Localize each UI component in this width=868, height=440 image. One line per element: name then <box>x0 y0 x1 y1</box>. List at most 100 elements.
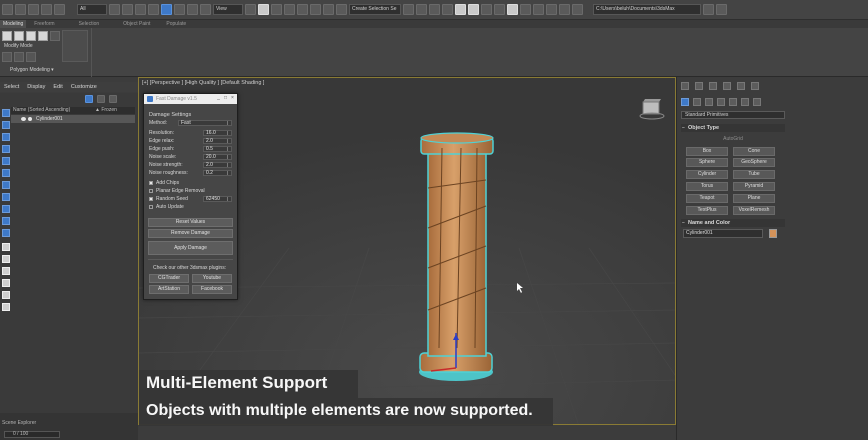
visibility-eye-icon[interactable] <box>21 117 26 121</box>
facebook-button[interactable]: Facebook <box>192 285 232 294</box>
add-chips-checkbox[interactable]: Add Chips <box>149 180 179 186</box>
folder-icon[interactable] <box>572 4 583 15</box>
object-color-swatch[interactable] <box>769 229 777 238</box>
minimize-icon[interactable]: _ <box>216 96 221 101</box>
toggle-ribbon-icon[interactable] <box>442 4 453 15</box>
object-type-rollout[interactable]: Object Type <box>681 124 785 132</box>
noise-roughness-spinner[interactable]: 0.2 <box>203 170 232 176</box>
helpers-icon[interactable] <box>729 98 737 106</box>
spinner-arrows-icon[interactable] <box>227 197 231 201</box>
artstation-button[interactable]: ArtStation <box>149 285 189 294</box>
project-dropdown-icon[interactable] <box>703 4 714 15</box>
spinner-snap-icon[interactable] <box>323 4 334 15</box>
lights-icon[interactable] <box>705 98 713 106</box>
noise-scale-spinner[interactable]: 20.0 <box>203 154 232 160</box>
geometry-icon[interactable] <box>681 98 689 106</box>
remove-damage-button[interactable]: Remove Damage <box>148 229 233 238</box>
spinner-arrows-icon[interactable] <box>227 171 231 175</box>
tab-object-paint[interactable]: Object Paint <box>107 20 158 28</box>
planar-edge-removal-checkbox[interactable]: Planar Edge Removal <box>149 188 205 194</box>
named-selection-dropdown[interactable]: Create Selection Se <box>349 4 401 15</box>
display-groups-icon[interactable] <box>2 193 10 201</box>
auto-update-checkbox[interactable]: Auto Update <box>149 204 184 210</box>
keyboard-shortcut-icon[interactable] <box>271 4 282 15</box>
create-tab-icon[interactable] <box>681 82 689 90</box>
utilities-tab-icon[interactable] <box>751 82 759 90</box>
edge-relax-spinner[interactable]: 2.0 <box>203 138 232 144</box>
method-dropdown[interactable]: Fast <box>178 120 232 126</box>
mirror-icon[interactable] <box>403 4 414 15</box>
select-scale-icon[interactable] <box>187 4 198 15</box>
seed-spinner[interactable]: 62450 <box>203 196 232 202</box>
spinner-arrows-icon[interactable] <box>227 163 231 167</box>
random-seed-checkbox[interactable]: Random Seed <box>149 196 188 202</box>
teapot-button[interactable]: Teapot <box>686 194 728 203</box>
tab-modeling[interactable]: Modeling <box>0 20 27 28</box>
tab-populate[interactable]: Populate <box>158 20 194 28</box>
sphere-button[interactable]: Sphere <box>686 158 728 167</box>
curve-editor-icon[interactable] <box>455 4 466 15</box>
display-frozen-icon[interactable] <box>2 243 10 251</box>
bind-icon[interactable] <box>54 4 65 15</box>
display-shapes-icon[interactable] <box>2 133 10 141</box>
scene-explorer-tab[interactable]: Scene Explorer <box>2 420 36 426</box>
percent-snap-icon[interactable] <box>310 4 321 15</box>
display-helpers-icon[interactable] <box>2 169 10 177</box>
display-hidden-icon[interactable] <box>2 255 10 263</box>
voxelremesh-button[interactable]: VoxelRemesh <box>733 206 775 215</box>
manipulate-icon[interactable] <box>258 4 269 15</box>
menu-select[interactable]: Select <box>0 82 23 92</box>
toggle-layer-explorer-icon[interactable] <box>429 4 440 15</box>
align-icon[interactable] <box>416 4 427 15</box>
link-icon[interactable] <box>28 4 39 15</box>
spinner-arrows-icon[interactable] <box>227 147 231 151</box>
display-none-icon[interactable] <box>2 109 10 117</box>
undo-icon[interactable] <box>2 4 13 15</box>
autogrid-checkbox[interactable]: AutoGrid <box>681 136 785 142</box>
menu-customize[interactable]: Customize <box>67 82 101 92</box>
space-warps-icon[interactable] <box>741 98 749 106</box>
angle-snap-icon[interactable] <box>297 4 308 15</box>
pyramid-button[interactable]: Pyramid <box>733 182 775 191</box>
project-path-field[interactable]: C:\Users\beluh\Documents\3dsMax <box>593 4 701 15</box>
select-move-icon[interactable] <box>161 4 172 15</box>
column-frozen-header[interactable]: ▲ Frozen <box>95 107 117 114</box>
edge-push-spinner[interactable]: 0.5 <box>203 146 232 152</box>
tube-button[interactable]: Tube <box>733 170 775 179</box>
polygon-modeling-label[interactable]: Polygon Modeling ▾ <box>10 67 54 73</box>
material-editor-icon[interactable] <box>481 4 492 15</box>
cylinder-column[interactable] <box>419 132 494 381</box>
render-production-icon[interactable] <box>520 4 531 15</box>
a360-gallery-icon[interactable] <box>559 4 570 15</box>
display-tab-icon[interactable] <box>737 82 745 90</box>
apply-damage-button[interactable]: Apply Damage <box>148 241 233 255</box>
edge-icon[interactable] <box>14 31 24 41</box>
rendered-frame-window-icon[interactable] <box>507 4 518 15</box>
preserve-uvs-icon[interactable] <box>26 52 36 62</box>
display-xrefs-icon[interactable] <box>2 205 10 213</box>
sort-icon[interactable] <box>97 95 105 103</box>
box-button[interactable]: Box <box>686 147 728 156</box>
close-icon[interactable]: × <box>230 96 235 101</box>
invert-icon[interactable] <box>2 291 10 299</box>
edit-named-selection-icon[interactable] <box>336 4 347 15</box>
table-row[interactable]: Cylinder001 <box>11 115 135 123</box>
unlink-icon[interactable] <box>41 4 52 15</box>
border-icon[interactable] <box>26 31 36 41</box>
primitive-category-dropdown[interactable]: Standard Primitives <box>681 111 785 119</box>
modify-tab-icon[interactable] <box>695 82 703 90</box>
redo-icon[interactable] <box>15 4 26 15</box>
select-object-icon[interactable] <box>109 4 120 15</box>
plane-button[interactable]: Plane <box>733 194 775 203</box>
display-spacewarps-icon[interactable] <box>2 181 10 189</box>
display-lights-icon[interactable] <box>2 145 10 153</box>
render-in-cloud-icon[interactable] <box>546 4 557 15</box>
selection-filter-dropdown[interactable]: All <box>77 4 107 15</box>
column-name-header[interactable]: Name (Sorted Ascending) <box>13 107 70 114</box>
reset-values-button[interactable]: Reset Values <box>148 218 233 227</box>
display-bones-icon[interactable] <box>2 217 10 225</box>
cylinder-button[interactable]: Cylinder <box>686 170 728 179</box>
name-color-rollout[interactable]: Name and Color <box>681 219 785 227</box>
pivot-center-icon[interactable] <box>245 4 256 15</box>
display-containers-icon[interactable] <box>2 229 10 237</box>
